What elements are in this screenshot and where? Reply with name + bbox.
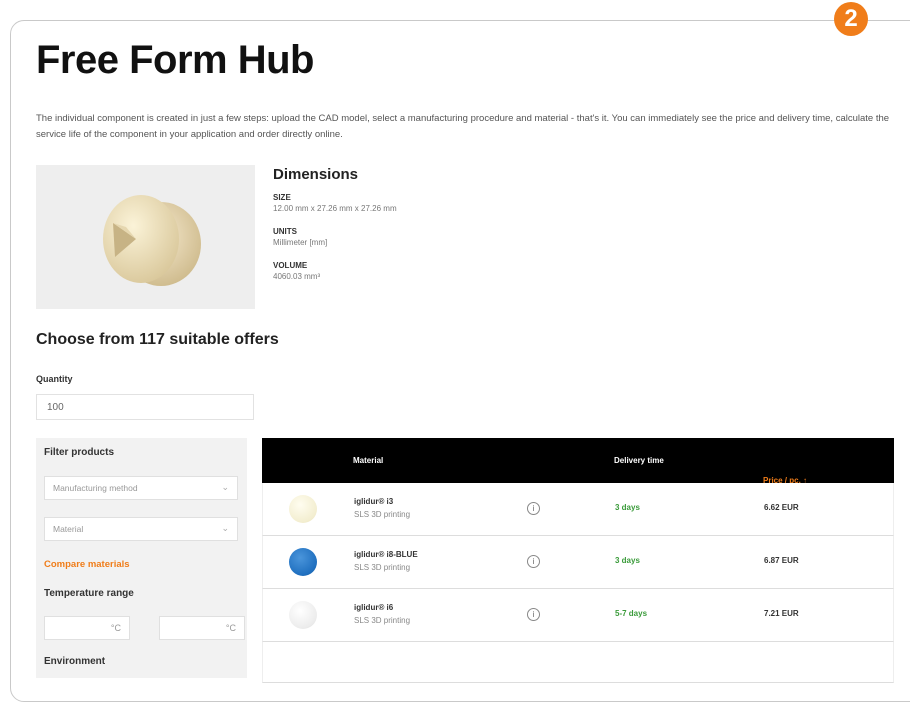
material-select[interactable]: Material ⌄ xyxy=(44,517,238,541)
table-row[interactable]: iglidur® i3 SLS 3D printing i 3 days 6.6… xyxy=(262,483,894,536)
unit-price: 7.21 EUR xyxy=(764,609,799,618)
material-placeholder: Material xyxy=(53,524,84,534)
delivery-time: 3 days xyxy=(615,503,640,512)
table-row[interactable] xyxy=(262,642,894,683)
quantity-label: Quantity xyxy=(36,374,73,384)
delivery-column-header[interactable]: Delivery time xyxy=(614,438,664,483)
page-title: Free Form Hub xyxy=(36,38,314,82)
material-swatch-icon xyxy=(289,495,317,523)
material-process: SLS 3D printing xyxy=(354,563,411,572)
size-value: 12.00 mm x 27.26 mm x 27.26 mm xyxy=(273,204,397,213)
dimensions-panel: Dimensions SIZE 12.00 mm x 27.26 mm x 27… xyxy=(273,166,397,281)
temperature-min-input[interactable]: °C xyxy=(44,616,130,640)
material-name: iglidur® i6 xyxy=(354,603,394,612)
temperature-min-unit: °C xyxy=(110,623,121,633)
quantity-input[interactable]: 100 xyxy=(36,394,254,420)
volume-value: 4060.03 mm³ xyxy=(273,272,321,281)
table-row[interactable]: iglidur® i6 SLS 3D printing i 5-7 days 7… xyxy=(262,589,894,642)
part-preview-image[interactable] xyxy=(36,165,255,309)
info-icon[interactable]: i xyxy=(527,555,540,568)
material-swatch-icon xyxy=(289,548,317,576)
manufacturing-method-placeholder: Manufacturing method xyxy=(53,483,138,493)
volume-label: VOLUME xyxy=(273,261,308,270)
info-icon[interactable]: i xyxy=(527,502,540,515)
intro-text: The individual component is created in j… xyxy=(36,113,890,140)
temperature-range-title: Temperature range xyxy=(44,588,134,599)
temperature-max-input[interactable]: °C xyxy=(159,616,245,640)
compare-materials-link[interactable]: Compare materials xyxy=(44,559,130,570)
environment-title: Environment xyxy=(44,656,106,667)
unit-price: 6.87 EUR xyxy=(764,556,799,565)
offers-table-header: Material Delivery time Price / pc. ↑ xyxy=(262,438,894,485)
material-name: iglidur® i3 xyxy=(354,497,394,506)
delivery-time: 3 days xyxy=(615,556,640,565)
chevron-down-icon: ⌄ xyxy=(221,482,229,492)
manufacturing-method-select[interactable]: Manufacturing method ⌄ xyxy=(44,476,238,500)
material-swatch-icon xyxy=(289,601,317,629)
material-process: SLS 3D printing xyxy=(354,510,411,519)
chevron-down-icon: ⌄ xyxy=(221,523,229,533)
info-icon[interactable]: i xyxy=(527,608,540,621)
size-label: SIZE xyxy=(273,193,291,202)
part-3d-model-icon xyxy=(103,195,201,286)
filter-sidebar: Filter products Manufacturing method ⌄ M… xyxy=(36,438,247,678)
units-label: UNITS xyxy=(273,227,297,236)
temperature-max-unit: °C xyxy=(225,623,236,633)
unit-price: 6.62 EUR xyxy=(764,503,799,512)
dimensions-heading: Dimensions xyxy=(273,166,359,183)
filter-products-title: Filter products xyxy=(44,447,115,458)
step-number-badge: 2 xyxy=(834,2,868,36)
material-column-header[interactable]: Material xyxy=(353,438,383,483)
units-value: Millimeter [mm] xyxy=(273,238,328,247)
offers-table: Material Delivery time Price / pc. ↑ igl… xyxy=(262,438,894,683)
offers-count-heading: Choose from 117 suitable offers xyxy=(36,331,279,348)
material-name: iglidur® i8-BLUE xyxy=(354,550,418,559)
table-row[interactable]: iglidur® i8-BLUE SLS 3D printing i 3 day… xyxy=(262,536,894,589)
delivery-time: 5-7 days xyxy=(615,609,648,618)
material-process: SLS 3D printing xyxy=(354,616,411,625)
